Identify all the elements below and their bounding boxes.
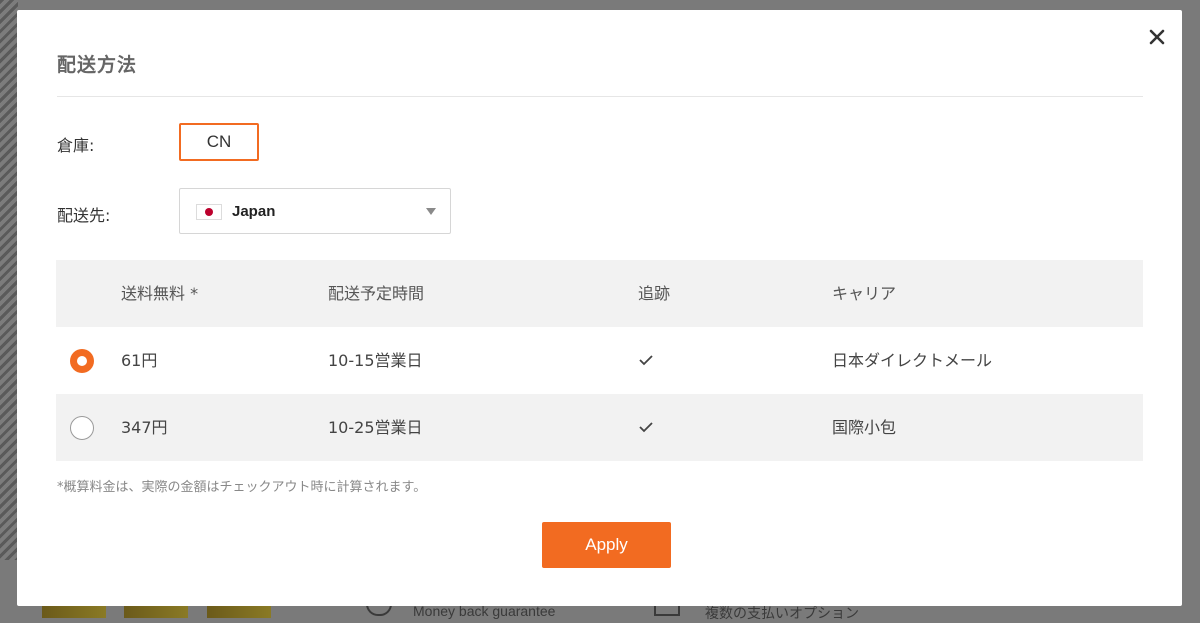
warehouse-label: 倉庫:: [57, 136, 95, 155]
japan-flag-icon: [196, 204, 222, 220]
shipping-options-table: 送料無料 * 配送予定時間 追跡 キャリア 61円 10-15営業日 日本ダイレ…: [56, 260, 1143, 461]
row-price: 61円: [121, 351, 158, 370]
close-icon: [1149, 29, 1165, 45]
row-carrier: 国際小包: [832, 418, 897, 437]
header-carrier: キャリア: [832, 284, 897, 303]
apply-button-label: Apply: [585, 535, 628, 554]
row-carrier: 日本ダイレクトメール: [832, 351, 993, 370]
destination-country-value: Japan: [232, 203, 276, 220]
row-delivery-time: 10-15営業日: [328, 351, 423, 370]
apply-button[interactable]: Apply: [542, 522, 671, 568]
title-divider: [57, 96, 1143, 97]
shipping-option-radio-selected[interactable]: [70, 349, 94, 373]
row-price: 347円: [121, 418, 168, 437]
estimate-note: *概算料金は、実際の金額はチェックアウト時に計算されます。: [57, 480, 427, 495]
header-tracking: 追跡: [638, 284, 671, 303]
warehouse-option-label: CN: [206, 132, 232, 151]
destination-label: 配送先:: [57, 206, 111, 225]
background-product-image: [0, 0, 18, 560]
warehouse-option-button[interactable]: CN: [179, 123, 259, 161]
checkmark-icon: [639, 355, 653, 366]
shipping-method-modal: 配送方法 倉庫: CN 配送先: Japan 送料無料 * 配送予定時間 追跡 …: [17, 10, 1182, 606]
table-header-row: 送料無料 * 配送予定時間 追跡 キャリア: [56, 260, 1143, 327]
background-payment-text: 複数の支払いオプション: [705, 605, 859, 621]
checkmark-icon: [639, 422, 653, 433]
row-delivery-time: 10-25営業日: [328, 418, 423, 437]
header-delivery-time: 配送予定時間: [328, 284, 425, 303]
destination-country-select[interactable]: Japan: [179, 188, 451, 234]
chevron-down-icon: [426, 208, 436, 215]
modal-title: 配送方法: [57, 54, 138, 76]
table-row[interactable]: 61円 10-15営業日 日本ダイレクトメール: [56, 327, 1143, 394]
header-price: 送料無料 *: [121, 284, 199, 303]
shipping-option-radio[interactable]: [70, 416, 94, 440]
close-button[interactable]: [1144, 24, 1170, 50]
table-row[interactable]: 347円 10-25営業日 国際小包: [56, 394, 1143, 461]
